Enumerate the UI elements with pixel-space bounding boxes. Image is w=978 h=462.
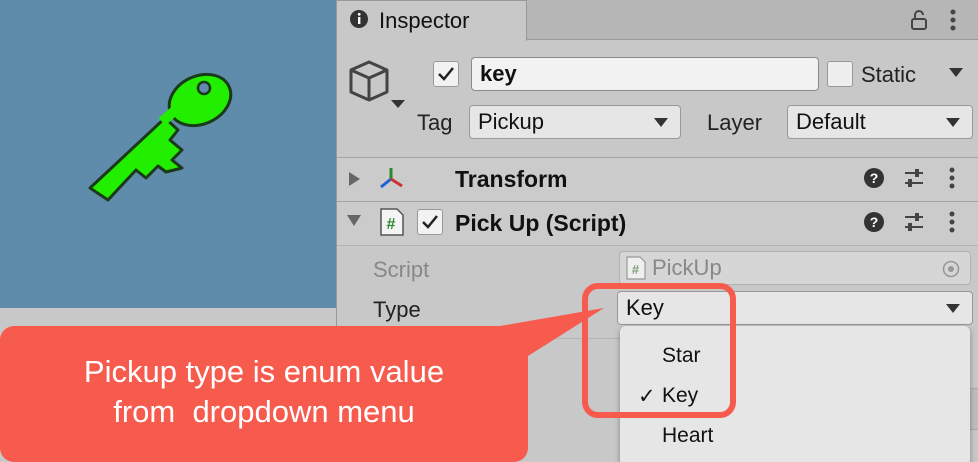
tab-label: Inspector bbox=[379, 8, 470, 33]
object-picker-icon[interactable] bbox=[942, 260, 960, 278]
svg-text:?: ? bbox=[870, 170, 879, 186]
chevron-down-icon bbox=[654, 118, 668, 127]
transform-axis-icon bbox=[377, 165, 405, 198]
help-icon[interactable]: ? bbox=[863, 211, 885, 238]
sliders-icon[interactable] bbox=[903, 212, 925, 237]
tag-dropdown[interactable]: Pickup bbox=[469, 105, 681, 139]
annotation-line-2: from dropdown menu bbox=[113, 394, 415, 429]
script-label: Script bbox=[373, 257, 430, 282]
chevron-down-icon bbox=[946, 304, 960, 313]
layer-dropdown[interactable]: Default bbox=[787, 105, 973, 139]
tag-label: Tag bbox=[417, 110, 453, 135]
chevron-down-icon bbox=[946, 118, 960, 127]
script-hash-icon: # bbox=[379, 207, 405, 242]
script-value: PickUp bbox=[652, 255, 722, 280]
key-sprite[interactable] bbox=[70, 60, 250, 210]
kebab-menu-icon[interactable] bbox=[949, 211, 955, 238]
layer-label: Layer bbox=[707, 110, 763, 135]
annotation-line-1: Pickup type is enum value bbox=[83, 354, 445, 389]
help-icon[interactable]: ? bbox=[863, 167, 885, 194]
layer-value: Default bbox=[796, 109, 866, 134]
script-field: # PickUp bbox=[619, 251, 971, 285]
sliders-icon[interactable] bbox=[903, 168, 925, 193]
lock-icon[interactable] bbox=[905, 6, 933, 34]
active-checkbox[interactable] bbox=[433, 61, 459, 87]
checkmark-icon bbox=[422, 215, 438, 229]
transform-title: Transform bbox=[455, 166, 568, 192]
foldout-expanded-icon[interactable] bbox=[347, 215, 361, 226]
script-enabled-checkbox[interactable] bbox=[417, 209, 443, 235]
svg-text:#: # bbox=[387, 216, 396, 233]
annotation-text: Pickup type is enum value from dropdown … bbox=[0, 352, 528, 432]
info-icon bbox=[349, 9, 369, 34]
foldout-collapsed-icon[interactable] bbox=[349, 172, 360, 186]
option-heart[interactable]: Heart bbox=[662, 424, 713, 448]
kebab-menu-icon[interactable] bbox=[949, 167, 955, 194]
static-dropdown-arrow[interactable] bbox=[949, 68, 963, 77]
name-field[interactable]: key bbox=[471, 57, 819, 91]
cube-icon[interactable] bbox=[349, 58, 407, 117]
checkmark-icon bbox=[438, 67, 454, 81]
tab-inspector[interactable]: Inspector bbox=[337, 0, 527, 41]
kebab-menu-icon[interactable] bbox=[941, 6, 965, 34]
divider bbox=[337, 245, 978, 246]
script-hash-icon: # bbox=[626, 256, 646, 280]
svg-text:?: ? bbox=[870, 214, 879, 230]
type-label: Type bbox=[373, 297, 421, 322]
static-label: Static bbox=[861, 62, 917, 87]
pickup-script-title: Pick Up (Script) bbox=[455, 210, 627, 236]
tag-value: Pickup bbox=[478, 109, 545, 134]
svg-text:#: # bbox=[632, 262, 640, 277]
static-checkbox[interactable] bbox=[827, 61, 853, 87]
scene-view[interactable] bbox=[0, 0, 336, 308]
